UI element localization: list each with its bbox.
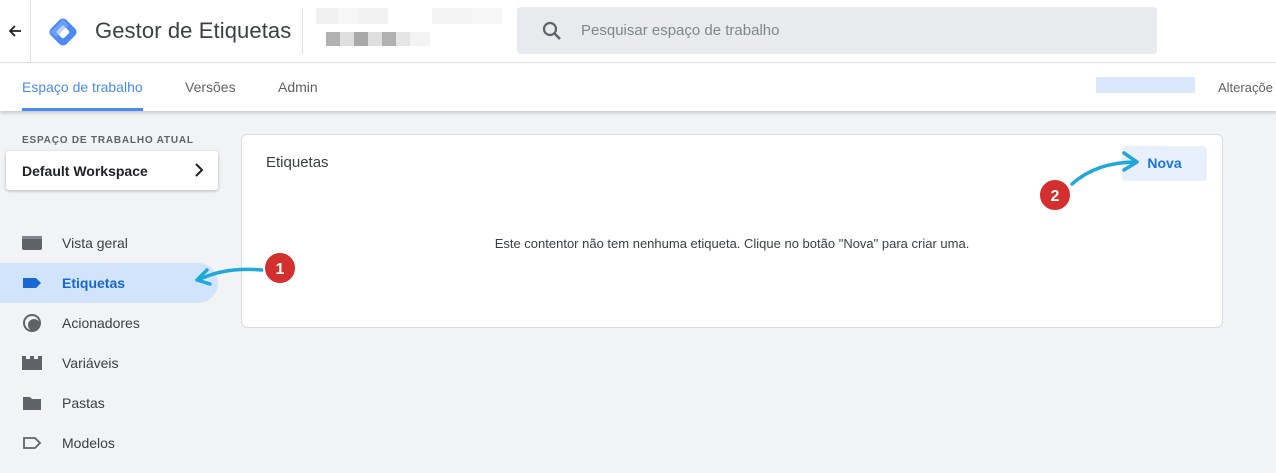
template-icon <box>22 433 42 453</box>
changes-label: Alteraçõe <box>1218 80 1273 95</box>
workspace-selector[interactable]: Default Workspace <box>6 151 218 190</box>
current-workspace-heading: ESPAÇO DE TRABALHO ATUAL <box>22 135 194 146</box>
account-selector[interactable] <box>312 6 506 50</box>
sidebar-item-templates[interactable]: Modelos <box>0 423 218 463</box>
back-arrow-icon[interactable] <box>4 19 26 43</box>
sidebar-item-overview[interactable]: Vista geral <box>0 223 218 263</box>
annotation-badge-1: 1 <box>263 251 297 285</box>
app-title: Gestor de Etiquetas <box>95 18 292 43</box>
sidebar-item-label: Variáveis <box>62 355 119 371</box>
sidebar-item-label: Modelos <box>62 435 115 451</box>
annotation-arrow-2 <box>1070 151 1139 186</box>
divider <box>302 8 303 54</box>
tag-manager-logo-icon[interactable] <box>48 17 78 47</box>
divider <box>30 0 31 63</box>
annotation-arrow-1 <box>195 267 264 286</box>
tab-bar: Espaço de trabalho Versões Admin Alteraç… <box>0 63 1276 111</box>
sidebar-item-tags[interactable]: Etiquetas <box>0 263 218 303</box>
chevron-right-icon <box>194 162 204 178</box>
sidebar-item-variables[interactable]: Variáveis <box>0 343 218 383</box>
folder-icon <box>22 393 42 413</box>
overview-icon <box>22 233 42 253</box>
top-bar: Gestor de Etiquetas Pesquisar espaço de … <box>0 0 1276 63</box>
workspace-name: Default Workspace <box>22 163 148 179</box>
empty-state-message: Este contentor não tem nenhuma etiqueta.… <box>494 236 970 251</box>
variables-icon <box>22 353 42 373</box>
workspace-status <box>1096 77 1195 93</box>
sidebar-item-label: Acionadores <box>62 315 140 331</box>
sidebar-item-triggers[interactable]: Acionadores <box>0 303 218 343</box>
tag-icon <box>22 273 42 293</box>
search-placeholder: Pesquisar espaço de trabalho <box>581 22 780 39</box>
search-bar[interactable]: Pesquisar espaço de trabalho <box>517 7 1157 54</box>
tab-workspace[interactable]: Espaço de trabalho <box>22 63 143 111</box>
tab-versions[interactable]: Versões <box>185 63 236 111</box>
sidebar-item-label: Etiquetas <box>62 275 126 291</box>
sidebar-item-folders[interactable]: Pastas <box>0 383 218 423</box>
sidebar-item-label: Pastas <box>62 395 105 411</box>
annotation-badge-2: 2 <box>1038 178 1072 212</box>
sidebar-item-label: Vista geral <box>62 235 128 251</box>
trigger-icon <box>22 313 42 333</box>
tab-admin[interactable]: Admin <box>278 63 318 111</box>
card-title: Etiquetas <box>266 154 329 171</box>
search-icon <box>541 20 563 42</box>
